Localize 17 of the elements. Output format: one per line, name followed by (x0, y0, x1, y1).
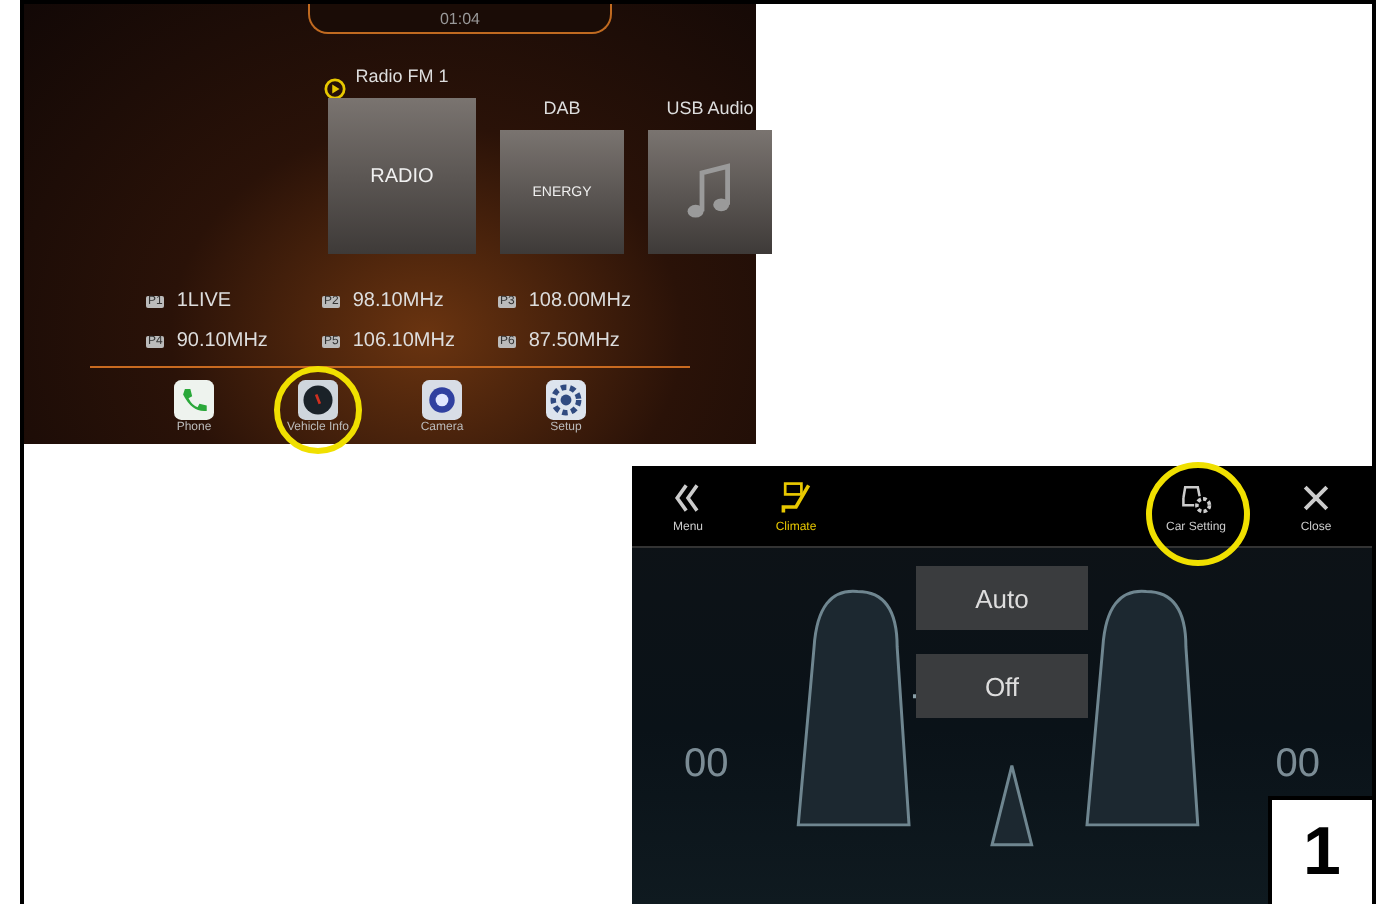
source-tile[interactable] (648, 130, 772, 254)
camera-icon[interactable] (422, 380, 462, 420)
music-note-icon (686, 160, 734, 224)
climate-mode-button[interactable]: Off (916, 654, 1088, 718)
source-label: USB Audio (666, 98, 754, 118)
clock: 01:04 (439, 9, 481, 27)
step-number: 1 (1268, 796, 1372, 904)
phone-icon[interactable] (174, 380, 214, 420)
source-tile[interactable]: RADIO (328, 98, 476, 254)
seat-level: 00 (1275, 742, 1320, 788)
climate-mode-button[interactable]: Auto (916, 566, 1088, 630)
seat-level: 00 (684, 742, 729, 788)
source-label: DAB (543, 98, 581, 118)
gauge-icon[interactable] (298, 380, 338, 420)
tile-text: RADIO (370, 165, 434, 187)
gear-icon[interactable] (546, 380, 586, 420)
source-label: Radio FM 1 (355, 66, 449, 86)
